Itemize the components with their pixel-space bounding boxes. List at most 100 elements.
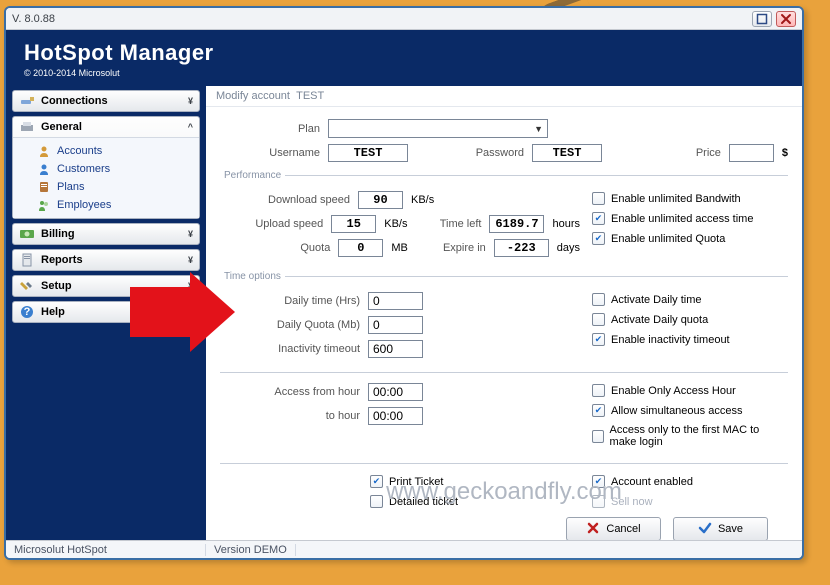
inactivity-input[interactable]	[368, 340, 423, 358]
timeleft-input[interactable]	[489, 215, 544, 233]
chevron-down-icon: ¥	[188, 281, 193, 291]
username-label: Username	[220, 147, 320, 159]
allow-simultaneous-checkbox[interactable]: Allow simultaneous access	[592, 404, 788, 417]
mb-unit: MB	[391, 242, 408, 254]
sidebar-label: Setup	[41, 280, 72, 292]
sidebar-item-employees[interactable]: Employees	[33, 196, 195, 214]
account-form: Plan Username Password Price $	[206, 107, 802, 540]
sidebar-item-plans[interactable]: Plans	[33, 178, 195, 196]
sidebar-section-setup: Setup ¥	[12, 275, 200, 297]
username-input[interactable]	[328, 144, 408, 162]
days-unit: days	[557, 242, 580, 254]
daily-time-input[interactable]	[368, 292, 423, 310]
sidebar-header-setup[interactable]: Setup ¥	[13, 276, 199, 296]
performance-fieldset: Performance Download speed KB/s Upload s…	[220, 170, 788, 263]
sidebar-header-general[interactable]: General ^	[13, 117, 199, 137]
status-left: Microsolut HotSpot	[6, 544, 206, 556]
sidebar-label: General	[41, 121, 82, 133]
enable-unlimited-bandwidth-checkbox[interactable]: Enable unlimited Bandwith	[592, 192, 788, 205]
activate-daily-quota-checkbox[interactable]: Activate Daily quota	[592, 313, 788, 326]
detailed-ticket-checkbox[interactable]: Detailed ticket	[370, 495, 580, 508]
performance-legend: Performance	[220, 170, 285, 181]
quota-input[interactable]	[338, 239, 383, 257]
cancel-button[interactable]: Cancel	[566, 517, 661, 540]
password-input[interactable]	[532, 144, 602, 162]
sidebar-header-connections[interactable]: Connections ¥	[13, 91, 199, 111]
checkbox-icon	[592, 192, 605, 205]
checkbox-icon	[592, 404, 605, 417]
checkbox-icon	[592, 313, 605, 326]
status-right: Version DEMO	[206, 544, 296, 556]
help-icon: ?	[19, 305, 35, 319]
sidebar-item-label: Customers	[57, 163, 110, 175]
account-enabled-checkbox[interactable]: Account enabled	[592, 475, 788, 488]
enable-access-hour-checkbox[interactable]: Enable Only Access Hour	[592, 384, 788, 397]
checkbox-icon	[592, 333, 605, 346]
activate-daily-time-checkbox[interactable]: Activate Daily time	[592, 293, 788, 306]
sidebar-item-customers[interactable]: Customers	[33, 160, 195, 178]
first-mac-checkbox[interactable]: Access only to the first MAC to make log…	[592, 424, 788, 448]
quota-label: Quota	[220, 242, 330, 254]
enable-inactivity-checkbox[interactable]: Enable inactivity timeout	[592, 333, 788, 346]
checkbox-icon	[370, 495, 383, 508]
save-button[interactable]: Save	[673, 517, 768, 540]
check-icon	[698, 521, 712, 538]
sidebar-label: Connections	[41, 95, 108, 107]
chevron-down-icon: ¥	[188, 96, 193, 106]
document-icon	[19, 253, 35, 267]
to-hour-input[interactable]	[368, 407, 423, 425]
checkbox-icon	[592, 430, 604, 443]
daily-time-label: Daily time (Hrs)	[220, 295, 360, 307]
daily-quota-input[interactable]	[368, 316, 423, 334]
sidebar: Connections ¥ General ^ Accounts	[6, 86, 206, 540]
checkbox-icon	[592, 495, 605, 508]
plan-select[interactable]	[328, 119, 548, 138]
chevron-down-icon: ¥	[188, 229, 193, 239]
sell-now-checkbox: Sell now	[592, 495, 788, 508]
person-icon	[37, 144, 51, 158]
copyright-text: © 2010-2014 Microsolut	[24, 68, 784, 78]
enable-unlimited-quota-checkbox[interactable]: Enable unlimited Quota	[592, 232, 788, 245]
chevron-up-icon: ^	[188, 122, 193, 132]
close-button[interactable]	[776, 11, 796, 27]
maximize-button[interactable]	[752, 11, 772, 27]
ul-speed-input[interactable]	[331, 215, 376, 233]
price-input[interactable]	[729, 144, 774, 162]
app-title: HotSpot Manager	[24, 40, 784, 66]
app-banner: HotSpot Manager © 2010-2014 Microsolut	[6, 30, 802, 86]
content-panel: Modify account TEST Plan Username Passwo…	[206, 86, 802, 540]
sidebar-label: Reports	[41, 254, 83, 266]
printer-icon	[19, 120, 35, 134]
kbs-unit: KB/s	[411, 194, 434, 206]
clipboard-icon	[37, 180, 51, 194]
final-fieldset: Print Ticket Detailed ticket Account ena…	[220, 463, 788, 515]
expire-label: Expire in	[439, 242, 486, 254]
sidebar-header-billing[interactable]: Billing ¥	[13, 224, 199, 244]
access-from-label: Access from hour	[220, 386, 360, 398]
ul-speed-label: Upload speed	[220, 218, 323, 230]
dl-speed-input[interactable]	[358, 191, 403, 209]
statusbar: Microsolut HotSpot Version DEMO	[6, 540, 802, 558]
titlebar[interactable]: V. 8.0.88	[6, 8, 802, 30]
money-icon	[19, 227, 35, 241]
print-ticket-checkbox[interactable]: Print Ticket	[370, 475, 580, 488]
tools-icon	[19, 279, 35, 293]
sidebar-header-help[interactable]: ? Help ¥	[13, 302, 199, 322]
time-options-fieldset: Time options Daily time (Hrs) Daily Quot…	[220, 271, 788, 364]
password-label: Password	[464, 147, 524, 159]
timeleft-label: Time left	[438, 218, 482, 230]
access-from-input[interactable]	[368, 383, 423, 401]
plan-label: Plan	[260, 123, 320, 135]
checkbox-icon	[592, 212, 605, 225]
dl-speed-label: Download speed	[220, 194, 350, 206]
sidebar-header-reports[interactable]: Reports ¥	[13, 250, 199, 270]
price-label: Price	[696, 147, 721, 159]
sidebar-item-label: Accounts	[57, 145, 102, 157]
svg-text:?: ?	[24, 306, 31, 318]
sidebar-label: Help	[41, 306, 65, 318]
sidebar-item-accounts[interactable]: Accounts	[33, 142, 195, 160]
checkbox-icon	[592, 475, 605, 488]
enable-unlimited-time-checkbox[interactable]: Enable unlimited access time	[592, 212, 788, 225]
expire-input[interactable]	[494, 239, 549, 257]
connections-icon	[19, 94, 35, 108]
